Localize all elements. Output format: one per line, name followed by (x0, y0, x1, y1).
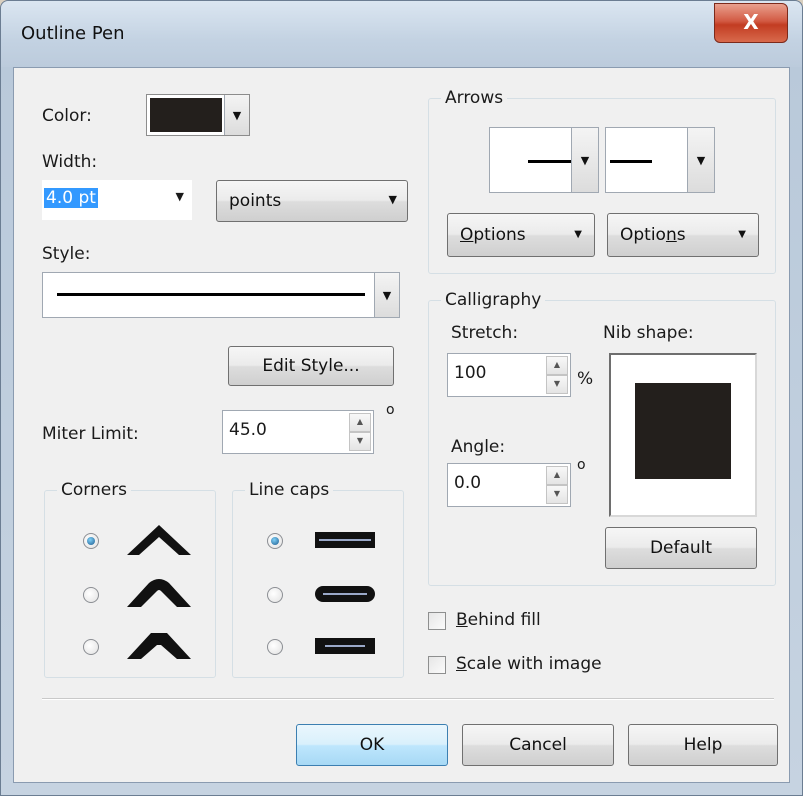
spin-up-icon[interactable]: ▲ (349, 413, 371, 432)
spin-down-icon[interactable]: ▼ (546, 375, 568, 394)
cancel-button[interactable]: Cancel (462, 724, 614, 766)
cap-square-radio[interactable] (267, 639, 283, 655)
miter-limit-spinner[interactable]: 45.0 ▲ ▼ (222, 410, 374, 454)
style-label: Style: (42, 244, 91, 264)
start-arrow-options-button[interactable]: Options ▼ (447, 213, 595, 257)
dialog-client-area: Color: ▼ Width: 4.0 pt ▼ points ▼ Style:… (13, 67, 790, 783)
chevron-down-icon: ▼ (738, 229, 746, 240)
arrows-title: Arrows (441, 88, 508, 108)
scale-with-image-label[interactable]: Scale with image (456, 654, 602, 674)
chevron-down-icon: ▼ (224, 95, 249, 135)
arrows-group: Arrows ▼ ▼ Options ▼ Options ▼ (428, 88, 776, 274)
width-input[interactable]: 4.0 pt ▼ (42, 180, 192, 220)
line-caps-title: Line caps (245, 480, 334, 500)
corner-miter-radio[interactable] (83, 533, 99, 549)
angle-unit: o (577, 457, 586, 473)
width-label: Width: (42, 152, 98, 172)
round-corner-icon (127, 579, 191, 607)
chevron-down-icon: ▼ (571, 128, 598, 192)
start-arrow-preview (528, 160, 574, 163)
miter-limit-value: 45.0 (229, 420, 267, 440)
stretch-spinner[interactable]: 100 ▲ ▼ (447, 353, 571, 397)
stretch-label: Stretch: (451, 323, 519, 343)
scale-with-image-checkbox[interactable] (428, 656, 446, 674)
angle-value: 0.0 (454, 473, 482, 493)
behind-fill-label[interactable]: Behind fill (456, 610, 541, 630)
end-arrow-preview (610, 160, 652, 163)
chevron-down-icon: ▼ (687, 128, 714, 192)
spin-up-icon[interactable]: ▲ (546, 356, 568, 375)
chevron-down-icon: ▼ (574, 229, 582, 240)
spin-up-icon[interactable]: ▲ (546, 466, 568, 485)
butt-cap-icon (315, 532, 375, 548)
corner-round-radio[interactable] (83, 587, 99, 603)
behind-fill-checkbox[interactable] (428, 612, 446, 630)
close-icon: X (743, 10, 759, 34)
cap-round-radio[interactable] (267, 587, 283, 603)
end-arrow-select[interactable]: ▼ (605, 127, 715, 193)
angle-label: Angle: (451, 437, 506, 457)
line-style-preview (57, 293, 365, 296)
round-cap-icon (315, 586, 375, 602)
stretch-unit: % (577, 369, 594, 389)
calligraphy-title: Calligraphy (441, 290, 546, 310)
square-cap-icon (315, 638, 375, 654)
options-label: Options (460, 225, 526, 245)
help-button[interactable]: Help (628, 724, 778, 766)
width-value: 4.0 pt (44, 188, 98, 208)
outline-pen-dialog: Outline Pen X Color: ▼ Width: 4.0 pt ▼ p… (0, 0, 803, 796)
nib-shape-preview[interactable] (609, 353, 757, 517)
style-select[interactable]: ▼ (42, 272, 400, 318)
nib-shape-label: Nib shape: (603, 323, 694, 343)
line-caps-group: Line caps (232, 480, 404, 678)
nib-square (635, 383, 731, 479)
options-label: Options (620, 225, 686, 245)
spin-down-icon[interactable]: ▼ (546, 485, 568, 504)
ok-button[interactable]: OK (296, 724, 448, 766)
chevron-down-icon: ▼ (388, 193, 397, 206)
corners-group: Corners (44, 480, 216, 678)
corners-title: Corners (57, 480, 132, 500)
corner-bevel-radio[interactable] (83, 639, 99, 655)
window-title: Outline Pen (21, 23, 125, 44)
spin-down-icon[interactable]: ▼ (349, 432, 371, 451)
bevel-corner-icon (127, 633, 191, 659)
miter-limit-label: Miter Limit: (42, 424, 139, 444)
start-arrow-select[interactable]: ▼ (489, 127, 599, 193)
angle-spinner[interactable]: 0.0 ▲ ▼ (447, 463, 571, 507)
width-unit-select[interactable]: points ▼ (216, 180, 408, 222)
stretch-value: 100 (454, 363, 487, 383)
color-picker[interactable]: ▼ (146, 94, 250, 136)
edit-style-button[interactable]: Edit Style... (228, 346, 394, 386)
end-arrow-options-button[interactable]: Options ▼ (607, 213, 759, 257)
default-button[interactable]: Default (605, 527, 757, 569)
cap-butt-radio[interactable] (267, 533, 283, 549)
close-button[interactable]: X (714, 3, 788, 43)
chevron-down-icon: ▼ (175, 190, 184, 203)
color-swatch (150, 98, 222, 132)
chevron-down-icon: ▼ (374, 273, 399, 317)
width-unit-label: points (229, 191, 282, 211)
color-label: Color: (42, 106, 92, 126)
miter-corner-icon (127, 525, 191, 555)
title-bar[interactable]: Outline Pen X (1, 1, 802, 67)
separator (42, 698, 774, 700)
degree-unit: o (386, 402, 395, 418)
calligraphy-group: Calligraphy Stretch: 100 ▲ ▼ % Angle: 0.… (428, 290, 776, 586)
